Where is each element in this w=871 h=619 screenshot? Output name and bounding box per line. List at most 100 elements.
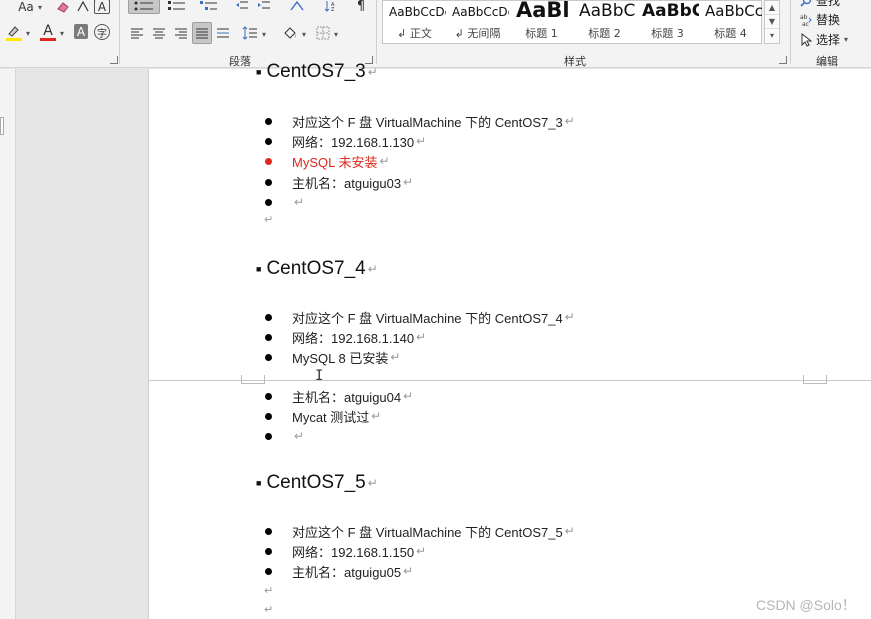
chevron-up-icon[interactable]: ▲ [765, 1, 779, 15]
group-divider [790, 0, 791, 64]
chinese-layout-button[interactable] [286, 0, 308, 14]
page-corner-right [803, 375, 827, 384]
list-item[interactable]: 对应这个 F 盘 VirtualMachine 下的 CentOS7_5 ↵ [265, 522, 575, 540]
borders-icon [316, 26, 330, 40]
line-spacing-button[interactable] [240, 24, 260, 42]
distributed-button[interactable] [214, 24, 232, 42]
list-item[interactable]: 主机名：atguigu05 ↵ [265, 562, 413, 580]
style-sample: AaBl [516, 1, 570, 22]
style-heading-3[interactable]: AaBbC 标题 3 [636, 1, 699, 43]
style-sample: AaBbC [642, 1, 699, 21]
text-highlight-button[interactable] [4, 22, 24, 42]
heading-centos7-5[interactable]: ■ CentOS7_5 ↵ [256, 472, 378, 494]
empty-paragraph-mark[interactable]: ↵ [264, 603, 273, 616]
svg-text:ab: ab [800, 14, 808, 21]
style-heading-2[interactable]: AaBbC 标题 2 [573, 1, 636, 43]
list-item[interactable]: 网络：192.168.1.130 ↵ [265, 132, 426, 150]
style-name: 标题 2 [588, 27, 621, 40]
paragraph-mark: ↵ [367, 476, 378, 490]
list-item[interactable]: 网络：192.168.1.140 ↵ [265, 328, 426, 346]
paint-bucket-icon [284, 27, 296, 39]
list-item[interactable]: 主机名：atguigu04 ↵ [265, 387, 413, 405]
list-item-text: 对应这个 F 盘 VirtualMachine 下的 CentOS7_5 [292, 524, 563, 540]
bullet-icon [265, 178, 272, 186]
chevron-down-icon[interactable]: ▼ [765, 15, 779, 29]
shading-button[interactable] [280, 24, 300, 42]
style-sample: AaBbCcDc [452, 5, 509, 19]
align-center-button[interactable] [150, 24, 168, 42]
group-divider [376, 0, 377, 64]
styles-dialog-launcher[interactable] [779, 56, 787, 64]
paragraph-mark: ↵ [367, 65, 378, 79]
list-item[interactable]: 对应这个 F 盘 VirtualMachine 下的 CentOS7_3 ↵ [265, 112, 575, 130]
bullet-icon [265, 198, 272, 206]
chevron-down-icon: ▾ [262, 30, 267, 39]
select-button[interactable]: 选择 ▾ [800, 31, 848, 48]
select-label: 选择 [816, 33, 841, 47]
list-item-text: 主机名：atguigu03 [292, 175, 402, 191]
list-item-empty[interactable]: ↵ [265, 193, 304, 211]
font-dialog-launcher[interactable] [110, 56, 118, 64]
more-styles-icon[interactable]: ▾ [765, 29, 779, 43]
list-item-empty[interactable]: ↵ [265, 427, 304, 445]
character-shading-letter: A [76, 24, 86, 39]
list-item[interactable]: MySQL 8 已安装 ↵ [265, 348, 400, 366]
align-right-button[interactable] [172, 24, 190, 42]
borders-button[interactable] [314, 24, 332, 42]
multilevel-list-button[interactable] [196, 0, 222, 14]
list-item-text: 网络：192.168.1.130 [292, 134, 415, 150]
font-color-button[interactable]: A [38, 22, 58, 42]
bullet-icon [265, 432, 272, 440]
character-shading-button[interactable]: A [74, 24, 88, 39]
list-item-highlighted[interactable]: MySQL 未安装 ↵ [265, 152, 390, 170]
decrease-indent-button[interactable] [234, 0, 250, 14]
bullet-icon [265, 117, 272, 125]
increase-indent-button[interactable] [256, 0, 272, 14]
replace-icon: abac [800, 14, 812, 27]
font-color-swatch [40, 37, 56, 41]
character-border-button[interactable]: A [94, 0, 110, 14]
sort-button[interactable]: AZ [322, 0, 340, 14]
bullets-button[interactable] [128, 0, 160, 14]
bullet-icon [265, 313, 272, 321]
list-item-text: 网络：192.168.1.150 [292, 544, 415, 560]
change-case-button[interactable]: Aa [14, 0, 38, 14]
styles-gallery-scroll[interactable]: ▲ ▼ ▾ [764, 0, 780, 44]
bullet-list-icon [134, 1, 153, 11]
list-item-text: 主机名：atguigu05 [292, 564, 402, 580]
asian-layout-icon [290, 0, 304, 11]
numbering-button[interactable] [164, 0, 190, 14]
eraser-icon [57, 2, 69, 13]
find-button[interactable]: 查找 [800, 0, 840, 9]
list-item-text: MySQL 未安装 [292, 154, 378, 170]
style-no-spacing[interactable]: AaBbCcDc ↲ 无间隔 [446, 1, 509, 43]
heading-marker-icon: ■ [256, 264, 262, 274]
enclose-characters-button[interactable]: 字 [94, 24, 110, 40]
clear-formatting-button[interactable] [54, 0, 72, 14]
style-sample: AaBbCc [705, 2, 762, 20]
replace-button[interactable]: ab ac 替换 [800, 11, 840, 28]
search-icon [800, 0, 812, 7]
distributed-icon [217, 28, 229, 38]
list-item[interactable]: 对应这个 F 盘 VirtualMachine 下的 CentOS7_4 ↵ [265, 308, 575, 326]
heading-centos7-3[interactable]: ■ CentOS7_3 ↵ [256, 61, 378, 83]
list-item[interactable]: Mycat 测试过 ↵ [265, 407, 381, 425]
list-item[interactable]: 网络：192.168.1.150 ↵ [265, 542, 426, 560]
phonetic-icon [77, 1, 89, 12]
justify-button[interactable] [192, 22, 212, 44]
style-name: ↲ 正文 [397, 27, 432, 40]
style-heading-4[interactable]: AaBbCc 标题 4 [699, 1, 762, 43]
empty-paragraph-mark[interactable]: ↵ [264, 213, 273, 226]
phonetic-guide-button[interactable] [74, 0, 92, 14]
style-heading-1[interactable]: AaBl 标题 1 [510, 1, 573, 43]
list-item[interactable]: 主机名：atguigu03 ↵ [265, 173, 413, 191]
heading-centos7-4[interactable]: ■ CentOS7_4 ↵ [256, 258, 378, 280]
empty-paragraph-mark[interactable]: ↵ [264, 584, 273, 597]
bullet-icon [265, 547, 272, 555]
style-normal[interactable]: AaBbCcDc ↲ 正文 [383, 1, 446, 43]
align-left-button[interactable] [128, 24, 146, 42]
navigation-pane-edge [0, 69, 16, 619]
heading-text: CentOS7_4 [266, 258, 366, 279]
character-border-letter: A [97, 0, 107, 14]
show-hide-marks-button[interactable]: ¶ [352, 0, 370, 14]
